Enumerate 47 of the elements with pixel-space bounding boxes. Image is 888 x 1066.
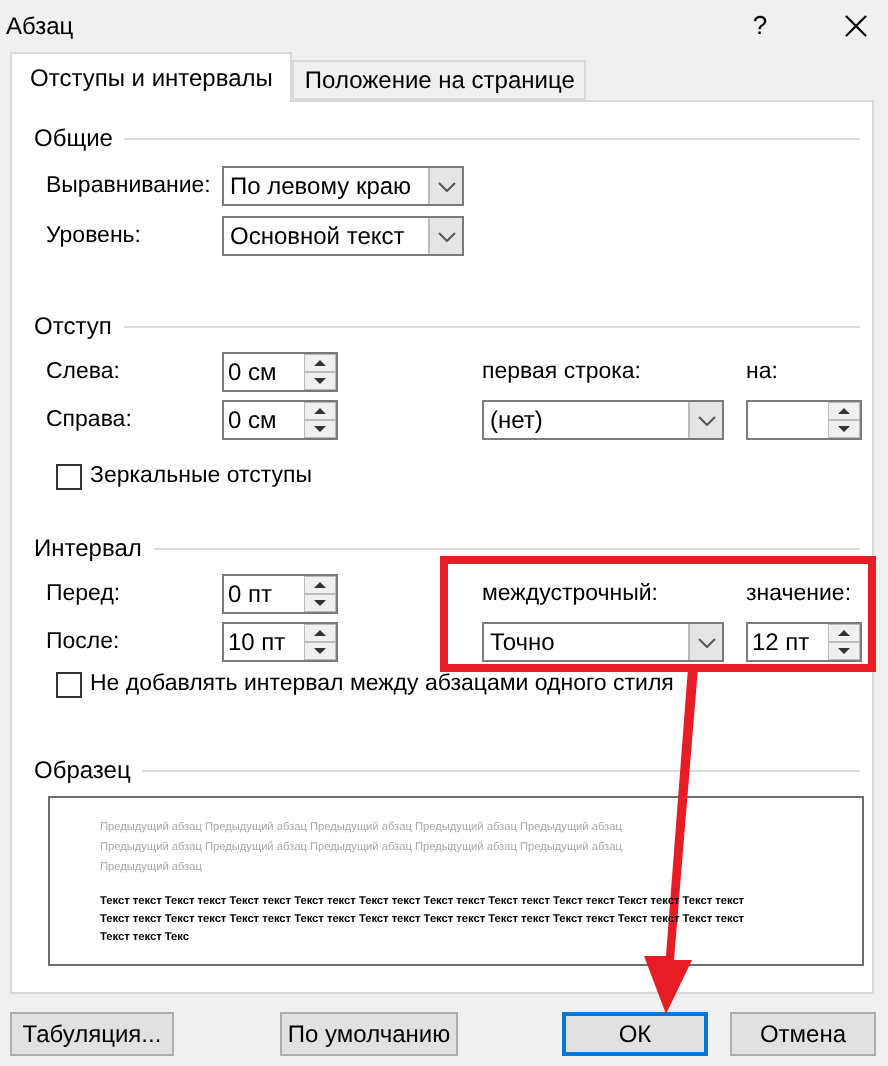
group-heading: Интервал bbox=[34, 534, 142, 562]
dropdown[interactable]: По левому краю bbox=[222, 166, 464, 206]
close-icon[interactable] bbox=[844, 13, 868, 37]
group-heading: Образец bbox=[34, 756, 131, 784]
spinner-icon[interactable] bbox=[304, 576, 336, 612]
dropdown[interactable]: Точно bbox=[482, 622, 724, 662]
group-heading: Отступ bbox=[34, 312, 112, 340]
field-label: Выравнивание: bbox=[46, 174, 213, 198]
dialog-button[interactable]: Отмена bbox=[730, 1012, 876, 1056]
spin-field[interactable] bbox=[746, 400, 862, 440]
chevron-down-icon bbox=[697, 637, 715, 647]
spin-field[interactable]: 0 см bbox=[222, 400, 338, 440]
spinner-icon[interactable] bbox=[828, 624, 860, 660]
field-label: Слева: bbox=[46, 360, 122, 384]
spinner-icon[interactable] bbox=[304, 624, 336, 660]
checkbox[interactable] bbox=[56, 463, 82, 489]
checkbox[interactable] bbox=[56, 671, 82, 697]
dialog-button[interactable]: ОК bbox=[562, 1012, 708, 1056]
spinner-icon[interactable] bbox=[828, 402, 860, 438]
tab[interactable]: Отступы и интервалы bbox=[10, 52, 293, 102]
window-title: Абзац bbox=[6, 11, 76, 39]
checkbox-label: Зеркальные отступы bbox=[90, 464, 312, 488]
field-label: первая строка: bbox=[482, 360, 644, 384]
dropdown[interactable]: Основной текст bbox=[222, 216, 464, 256]
field-label: Перед: bbox=[46, 582, 123, 606]
help-button[interactable]: ? bbox=[744, 10, 776, 40]
dialog-button[interactable]: Табуляция... bbox=[10, 1012, 174, 1056]
chevron-down-icon bbox=[697, 415, 715, 425]
group-heading: Общие bbox=[34, 124, 113, 152]
field-label: на: bbox=[746, 360, 780, 384]
spin-field[interactable]: 0 пт bbox=[222, 574, 338, 614]
chevron-down-icon bbox=[437, 231, 455, 241]
dialog-button[interactable]: По умолчанию bbox=[280, 1012, 458, 1056]
field-label: После: bbox=[46, 630, 122, 654]
spin-field[interactable]: 12 пт bbox=[746, 622, 862, 662]
spinner-icon[interactable] bbox=[304, 354, 336, 390]
spin-field[interactable]: 0 см bbox=[222, 352, 338, 392]
field-label: междустрочный: bbox=[482, 582, 660, 606]
field-label: значение: bbox=[746, 582, 854, 606]
spin-field[interactable]: 10 пт bbox=[222, 622, 338, 662]
tab[interactable]: Положение на странице bbox=[292, 60, 587, 100]
chevron-down-icon bbox=[437, 181, 455, 191]
spinner-icon[interactable] bbox=[304, 402, 336, 438]
checkbox-label: Не добавлять интервал между абзацами одного стиля bbox=[90, 672, 674, 696]
field-label: Уровень: bbox=[46, 224, 143, 248]
field-label: Справа: bbox=[46, 408, 134, 432]
dropdown[interactable]: (нет) bbox=[482, 400, 724, 440]
